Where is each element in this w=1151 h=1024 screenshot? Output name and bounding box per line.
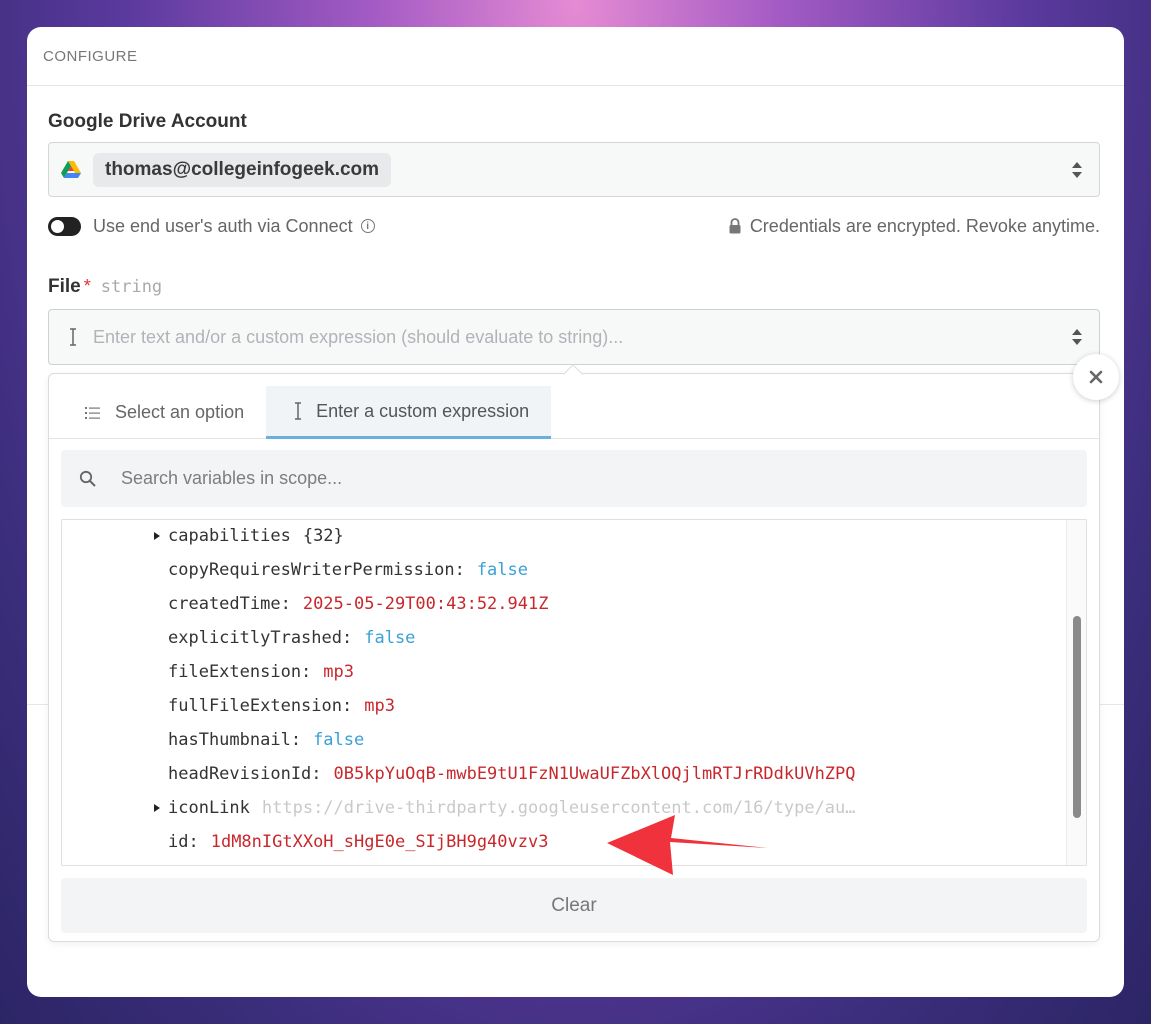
tree-row[interactable]: id: 1dM8nIGtXXoH_sHgE0e_SIjBH9g40vzv3 <box>168 827 548 857</box>
tree-key: explicitlyTrashed: <box>168 628 353 648</box>
tree-value: {32} <box>302 526 344 546</box>
tree-value: false <box>313 730 365 750</box>
file-type-hint: string <box>100 277 163 297</box>
google-drive-icon <box>61 160 81 178</box>
tree-row[interactable]: copyRequiresWriterPermission: false <box>168 555 528 585</box>
tree-row[interactable]: fullFileExtension: mp3 <box>168 691 395 721</box>
tree-key: id: <box>168 832 199 852</box>
auth-row: Use end user's auth via Connect i Creden… <box>48 213 1100 239</box>
scrollbar[interactable] <box>1066 520 1086 865</box>
account-select[interactable]: thomas@collegeinfogeek.com <box>48 142 1100 197</box>
tree-key: createdTime: <box>168 594 291 614</box>
search-placeholder: Search variables in scope... <box>121 468 343 488</box>
auth-toggle-label: Use end user's auth via Connect <box>93 215 353 236</box>
close-icon <box>1089 370 1103 384</box>
tree-row[interactable]: createdTime: 2025-05-29T00:43:52.941Z <box>168 589 548 619</box>
search-icon <box>79 470 96 487</box>
tree-row[interactable]: hasThumbnail: false <box>168 725 364 755</box>
credentials-text: Credentials are encrypted. Revoke anytim… <box>749 215 1100 236</box>
list-icon <box>85 406 100 419</box>
file-label-row: File * string <box>48 276 162 298</box>
panel-title: CONFIGURE <box>43 47 138 65</box>
close-button[interactable] <box>1073 354 1119 400</box>
chevron-updown-icon <box>1072 329 1082 345</box>
text-cursor-icon <box>70 328 76 346</box>
toggle-knob <box>51 219 64 233</box>
lock-icon <box>729 218 741 234</box>
tree-row[interactable]: capabilities {32} <box>154 521 344 551</box>
expression-dropdown: Select an option Enter a custom expressi… <box>48 364 1100 942</box>
file-label: File <box>48 276 81 297</box>
tree-key: capabilities <box>168 526 291 546</box>
file-input-placeholder: Enter text and/or a custom expression (s… <box>93 326 624 347</box>
expand-triangle-icon[interactable] <box>154 804 160 812</box>
chevron-updown-icon <box>1072 161 1082 178</box>
tree-row[interactable]: headRevisionId: 0B5kpYuOqB-mwbE9tU1FzN1Uw… <box>168 759 856 789</box>
tab-select-option[interactable]: Select an option <box>49 386 266 439</box>
tree-key: fullFileExtension: <box>168 696 353 716</box>
tree-key: copyRequiresWriterPermission: <box>168 560 465 580</box>
scrollbar-thumb[interactable] <box>1073 616 1081 818</box>
tree-row[interactable]: fileExtension: mp3 <box>168 657 354 687</box>
tree-value: 2025-05-29T00:43:52.941Z <box>302 594 549 614</box>
tab-label: Enter a custom expression <box>316 400 530 421</box>
account-label: Google Drive Account <box>48 111 247 132</box>
tree-value: 1dM8nIGtXXoH_sHgE0e_SIjBH9g40vzv3 <box>210 832 549 852</box>
dropdown-caret <box>563 364 583 384</box>
clear-button[interactable]: Clear <box>61 878 1087 933</box>
expand-triangle-icon[interactable] <box>154 532 160 540</box>
file-expression-input[interactable]: Enter text and/or a custom expression (s… <box>48 309 1100 365</box>
text-cursor-icon <box>295 402 302 420</box>
tree-value: mp3 <box>364 696 395 716</box>
variable-tree: capabilities {32} copyRequiresWriterPermis… <box>61 519 1087 866</box>
tree-key: fileExtension: <box>168 662 312 682</box>
tree-key: hasThumbnail: <box>168 730 302 750</box>
tree-row[interactable]: explicitlyTrashed: false <box>168 623 415 653</box>
tree-key: headRevisionId: <box>168 764 322 784</box>
tree-key: iconLink <box>168 798 250 818</box>
panel-header: CONFIGURE <box>27 27 1124 86</box>
configure-panel: CONFIGURE Google Drive Account thomas@co… <box>27 27 1124 997</box>
credentials-note: Credentials are encrypted. Revoke anytim… <box>728 216 1100 237</box>
auth-toggle[interactable] <box>48 216 81 236</box>
tree-value: mp3 <box>323 662 355 682</box>
tree-value: 0B5kpYuOqB-mwbE9tU1FzN1UwaUFZbXlOQjlmRTJ… <box>333 764 856 784</box>
tab-label: Select an option <box>115 402 245 422</box>
annotation-arrow <box>607 815 768 875</box>
account-chip: thomas@collegeinfogeek.com <box>93 152 392 187</box>
tree-value: false <box>476 560 528 580</box>
variable-search-input[interactable]: Search variables in scope... <box>61 450 1087 507</box>
tree-value: false <box>364 628 416 648</box>
required-mark: * <box>83 276 91 296</box>
tab-custom-expression[interactable]: Enter a custom expression <box>266 386 552 439</box>
info-icon[interactable]: i <box>360 219 375 233</box>
dropdown-tabs: Select an option Enter a custom expressi… <box>49 386 1099 439</box>
